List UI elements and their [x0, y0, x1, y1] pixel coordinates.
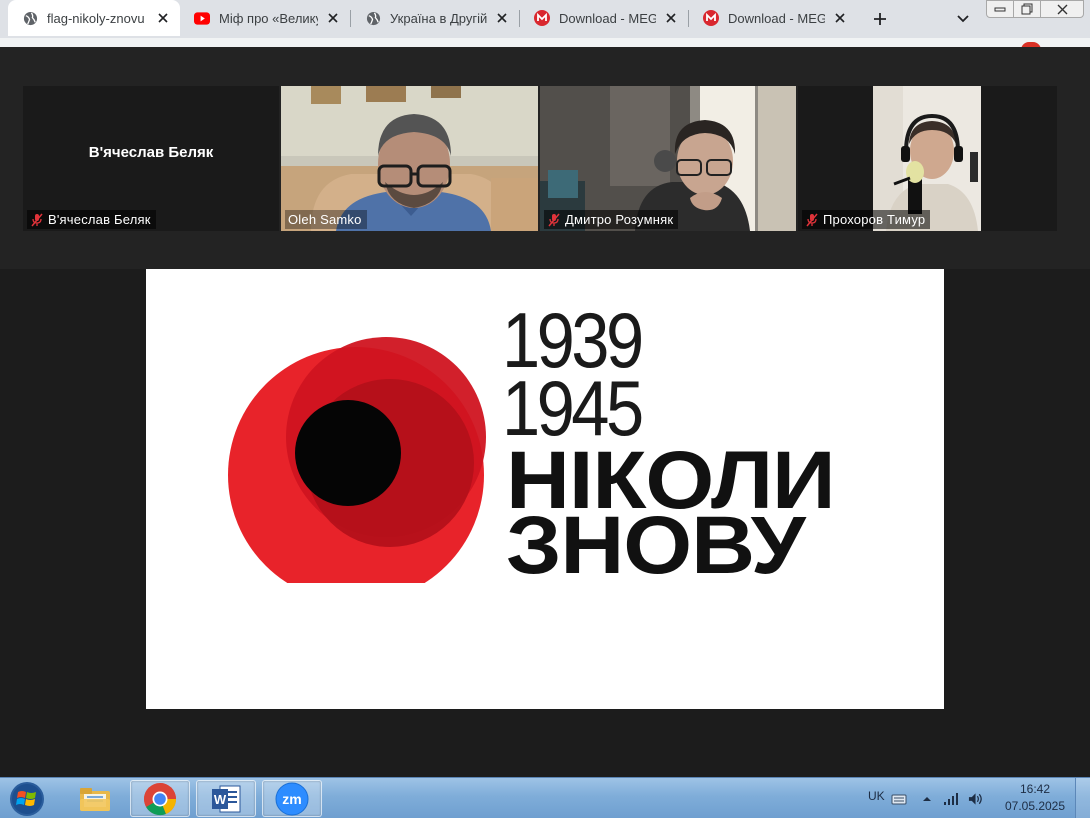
clock-time[interactable]: 16:42 — [1005, 782, 1065, 796]
browser-tab-2[interactable]: Міф про «Велику — [180, 0, 350, 36]
word-icon: W — [212, 785, 241, 812]
browser-tab-5[interactable]: Download - MEGA — [689, 0, 857, 36]
taskbar-file-explorer[interactable] — [65, 780, 125, 817]
taskbar-word[interactable]: W — [196, 780, 256, 817]
taskbar-chrome[interactable] — [130, 780, 190, 817]
browser-tab-1[interactable]: flag-nikoly-znovu — [8, 0, 180, 36]
close-window-button[interactable] — [1040, 0, 1084, 18]
close-tab-icon[interactable] — [154, 9, 172, 27]
tab-title: Download - MEGA — [728, 10, 825, 26]
participant-name-label: Oleh Samko — [285, 210, 367, 229]
zoom-label: zm — [282, 791, 301, 807]
participant-tile[interactable]: В'ячеслав Беляк В'ячеслав Беляк — [23, 86, 279, 231]
tab-title: flag-nikoly-znovu — [47, 10, 145, 26]
tab-title: Україна в Другій — [390, 10, 487, 26]
show-desktop-button[interactable] — [1075, 778, 1090, 818]
participant-name-label: Дмитро Розумняк — [544, 210, 679, 229]
chevron-down-icon — [957, 15, 969, 23]
muted-mic-icon — [547, 213, 561, 227]
participant-tile[interactable]: Oleh Samko — [281, 86, 538, 231]
system-tray: UK 16:42 07.05.2025 — [860, 778, 1090, 818]
browser-toolbar — [0, 38, 1090, 47]
tab-title: Міф про «Велику — [219, 10, 318, 26]
participant-name-label: Прохоров Тимур — [802, 210, 931, 229]
browser-tab-3[interactable]: Україна в Другій — [351, 0, 519, 36]
chrome-icon — [144, 782, 177, 815]
participant-name-label: В'ячеслав Беляк — [27, 210, 156, 229]
restore-button[interactable] — [1013, 0, 1041, 18]
tab-title: Download - MEGA — [559, 10, 656, 26]
poppy-logo — [228, 337, 486, 583]
minimize-button[interactable] — [986, 0, 1014, 18]
participant-name: Oleh Samko — [288, 212, 362, 227]
windows-taskbar: W zm UK 16:42 07.05.2025 — [0, 777, 1090, 818]
youtube-icon — [194, 10, 210, 26]
globe-icon — [365, 10, 381, 26]
clock-date[interactable]: 07.05.2025 — [1000, 799, 1070, 813]
keyboard-icon[interactable] — [891, 791, 907, 807]
minimize-icon — [994, 7, 1006, 12]
participant-name: Прохоров Тимур — [823, 212, 926, 227]
muted-mic-icon — [805, 213, 819, 227]
taskbar-zoom[interactable]: zm — [262, 780, 322, 817]
close-icon — [1057, 4, 1067, 14]
close-tab-icon[interactable] — [324, 9, 342, 27]
close-tab-icon[interactable] — [493, 9, 511, 27]
muted-mic-icon — [30, 213, 44, 227]
new-tab-button[interactable] — [866, 6, 894, 32]
slogan-line-2: ЗНОВУ — [506, 500, 806, 591]
start-button[interactable] — [4, 779, 50, 818]
speaker-volume-icon[interactable] — [968, 791, 984, 807]
participant-name: В'ячеслав Беляк — [48, 212, 151, 227]
close-tab-icon[interactable] — [662, 9, 680, 27]
tab-search-button[interactable] — [952, 8, 974, 30]
mega-icon — [703, 10, 719, 26]
windows-logo-icon — [10, 781, 44, 816]
globe-icon — [22, 10, 38, 26]
participant-name: Дмитро Розумняк — [565, 212, 674, 227]
restore-icon — [1021, 3, 1033, 15]
input-language-indicator[interactable]: UK — [868, 789, 885, 803]
zoom-icon: zm — [275, 782, 309, 815]
show-hidden-icons-icon[interactable] — [919, 791, 935, 807]
browser-tab-strip: flag-nikoly-znovu Міф про «Велику Україн… — [0, 0, 1090, 38]
participant-tile-active-speaker[interactable]: Прохоров Тимур — [798, 86, 1057, 231]
svg-text:W: W — [214, 792, 227, 807]
browser-tab-4[interactable]: Download - MEGA — [520, 0, 688, 36]
shared-screen-slide: 1939 1945 НІКОЛИ ЗНОВУ — [146, 269, 944, 709]
mega-icon — [534, 10, 550, 26]
participant-display-name: В'ячеслав Беляк — [88, 144, 214, 161]
year-end: 1945 — [502, 364, 644, 452]
network-signal-icon[interactable] — [943, 791, 959, 807]
close-tab-icon[interactable] — [831, 9, 849, 27]
participant-tile[interactable]: Дмитро Розумняк — [540, 86, 796, 231]
plus-icon — [874, 13, 886, 25]
folder-icon — [80, 787, 110, 811]
